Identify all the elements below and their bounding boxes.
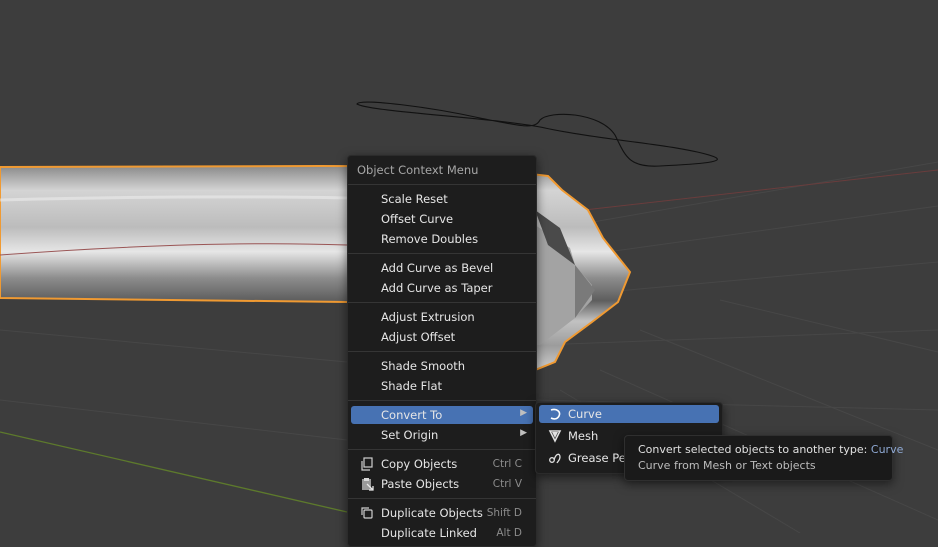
grease-pencil-icon	[549, 453, 561, 464]
menu-item-label: Duplicate Linked	[381, 526, 477, 540]
menu-item-label: Convert To	[381, 408, 443, 422]
tooltip-value: Curve	[870, 443, 904, 456]
menu-item-remove-doubles[interactable]: Remove Doubles	[351, 230, 533, 248]
copy-icon	[361, 457, 373, 471]
duplicate-icon	[361, 507, 373, 519]
submenu-arrow-icon: ▶	[520, 428, 527, 438]
menu-item-label: Scale Reset	[381, 192, 448, 206]
menu-item-label: Set Origin	[381, 428, 439, 442]
menu-item-label: Adjust Offset	[381, 330, 456, 344]
menu-item-convert-to[interactable]: Convert To ▶	[351, 406, 533, 424]
mesh-icon	[548, 430, 562, 443]
menu-item-label: Add Curve as Bevel	[381, 261, 494, 275]
submenu-arrow-icon: ▶	[520, 408, 527, 418]
menu-item-shade-flat[interactable]: Shade Flat	[351, 377, 533, 395]
menu-separator	[348, 184, 536, 185]
menu-item-add-curve-as-taper[interactable]: Add Curve as Taper	[351, 279, 533, 297]
menu-item-offset-curve[interactable]: Offset Curve	[351, 210, 533, 228]
tooltip-description: Convert selected objects to another type…	[638, 443, 868, 456]
menu-item-copy-objects[interactable]: Copy Objects Ctrl C	[351, 455, 533, 473]
menu-item-label: Remove Doubles	[381, 232, 479, 246]
menu-item-scale-reset[interactable]: Scale Reset	[351, 190, 533, 208]
menu-separator	[348, 449, 536, 450]
menu-separator	[348, 351, 536, 352]
shortcut-text: Alt D	[496, 527, 522, 539]
tooltip-line-1: Convert selected objects to another type…	[638, 443, 903, 456]
y-axis-line	[0, 431, 348, 513]
menu-separator	[348, 400, 536, 401]
object-context-menu: Object Context Menu Scale Reset Offset C…	[347, 155, 537, 547]
tooltip: Convert selected objects to another type…	[624, 435, 903, 481]
menu-item-set-origin[interactable]: Set Origin ▶	[351, 426, 533, 444]
menu-item-label: Shade Flat	[381, 379, 443, 393]
menu-item-duplicate-linked[interactable]: Duplicate Linked Alt D	[351, 524, 533, 542]
menu-item-label: Offset Curve	[381, 212, 454, 226]
menu-separator	[348, 498, 536, 499]
menu-title: Object Context Menu	[357, 163, 479, 177]
menu-item-label: Adjust Extrusion	[381, 310, 475, 324]
submenu-item-curve[interactable]: Curve	[539, 405, 719, 423]
submenu-item-label: Mesh	[568, 429, 599, 443]
menu-item-label: Add Curve as Taper	[381, 281, 493, 295]
tooltip-line-2: Curve from Mesh or Text objects	[638, 459, 816, 472]
x-axis-line	[539, 169, 938, 216]
shortcut-text: Ctrl V	[492, 478, 522, 490]
menu-item-paste-objects[interactable]: Paste Objects Ctrl V	[351, 475, 533, 493]
curve-icon	[550, 408, 561, 420]
menu-item-adjust-extrusion[interactable]: Adjust Extrusion	[351, 308, 533, 326]
menu-item-adjust-offset[interactable]: Adjust Offset	[351, 328, 533, 346]
menu-item-add-curve-as-bevel[interactable]: Add Curve as Bevel	[351, 259, 533, 277]
shortcut-text: Shift D	[486, 507, 522, 519]
menu-item-label: Shade Smooth	[381, 359, 466, 373]
menu-separator	[348, 253, 536, 254]
shortcut-text: Ctrl C	[492, 458, 522, 470]
menu-item-label: Paste Objects	[381, 477, 460, 491]
menu-separator	[348, 302, 536, 303]
menu-item-shade-smooth[interactable]: Shade Smooth	[351, 357, 533, 375]
menu-item-label: Copy Objects	[381, 457, 458, 471]
menu-item-duplicate-objects[interactable]: Duplicate Objects Shift D	[351, 504, 533, 522]
paste-icon	[362, 478, 374, 491]
submenu-item-label: Curve	[568, 407, 602, 421]
menu-item-label: Duplicate Objects	[381, 506, 483, 520]
